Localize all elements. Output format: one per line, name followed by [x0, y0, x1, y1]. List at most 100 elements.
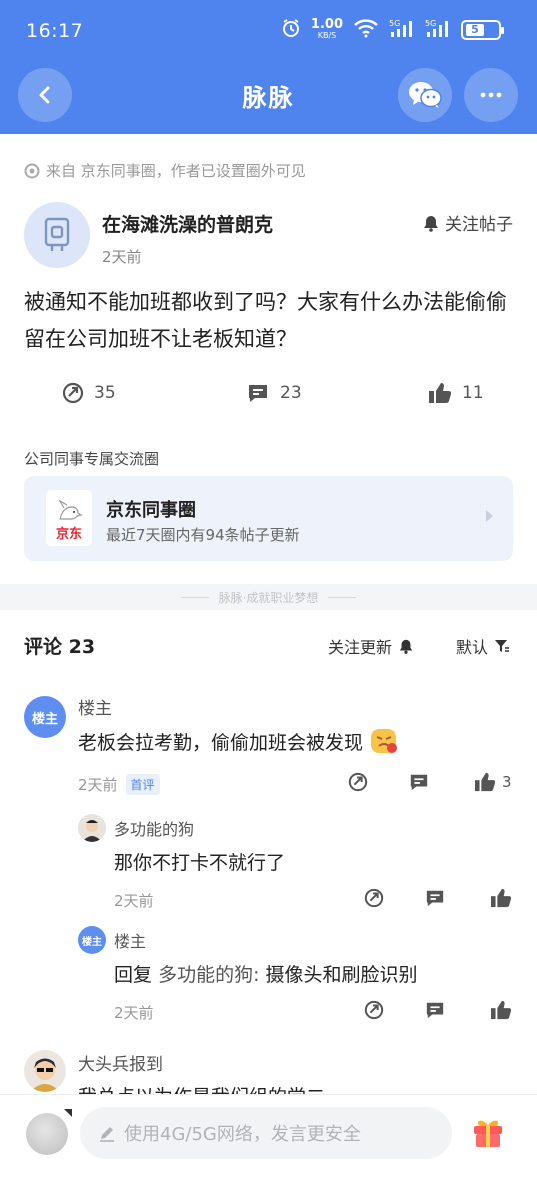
svg-text:5G: 5G: [389, 19, 400, 28]
like-count: 11: [462, 383, 484, 403]
my-avatar[interactable]: [26, 1109, 72, 1155]
jd-dog-icon: [58, 499, 83, 520]
gift-button[interactable]: [470, 1113, 506, 1153]
comment-icon: [249, 385, 267, 402]
reply-comment-button[interactable]: [424, 1000, 446, 1020]
reply-share-button[interactable]: [364, 888, 384, 908]
speed-unit: KB/S: [317, 30, 337, 40]
comment-input-placeholder: 使用4G/5G网络，发言更安全: [124, 1124, 361, 1145]
share-icon: [348, 772, 368, 792]
status-time: 16:17: [26, 20, 84, 42]
reply-author[interactable]: 楼主: [114, 928, 146, 952]
divider-slogan: 脉脉·成就职业梦想: [218, 590, 319, 605]
follow-update-button[interactable]: 关注更新: [328, 634, 414, 658]
wechat-share-button[interactable]: [398, 68, 452, 122]
reply-share-button[interactable]: [364, 1000, 384, 1020]
comment-input[interactable]: 使用4G/5G网络，发言更安全: [80, 1107, 452, 1159]
reply-to-user[interactable]: 多功能的狗:: [158, 964, 259, 986]
comment-text-content: 老板会拉考勤，偷偷加班会被发现: [78, 731, 364, 754]
comment-like-count: 3: [502, 773, 512, 791]
more-button[interactable]: [464, 68, 518, 122]
comment-icon: [410, 774, 428, 791]
status-icons: 1.00 KB/S 5G 5G 5: [281, 16, 504, 41]
circle-section-label: 公司同事专属交流圈: [24, 450, 160, 468]
pencil-icon: [100, 1127, 114, 1142]
person-avatar-icon: [82, 820, 102, 842]
reply-comment-button[interactable]: [424, 888, 446, 908]
annoyed-emoji-icon: [371, 729, 398, 753]
post-source: 来自 京东同事圈，作者已设置圈外可见: [24, 160, 306, 181]
comment-author[interactable]: 大头兵报到: [78, 1050, 163, 1075]
wifi-icon: [353, 18, 379, 41]
comment-reply-button[interactable]: [408, 772, 430, 792]
anonymous-avatar-icon: [44, 217, 70, 251]
comment-avatar[interactable]: [24, 1050, 66, 1092]
comment-share-button[interactable]: [348, 772, 368, 792]
gift-icon: [474, 1120, 502, 1147]
filter-icon: [495, 640, 510, 652]
jd-logo: 京东: [46, 490, 92, 546]
reply-prefix: 回复: [114, 964, 153, 986]
reply-like-button[interactable]: [490, 888, 512, 908]
comment-count: 23: [280, 383, 302, 403]
home-indicator-area: [0, 1177, 537, 1200]
author-avatar[interactable]: [24, 202, 90, 268]
comment-action[interactable]: 23: [246, 382, 302, 404]
signal-5g-icon-2: 5G: [425, 18, 451, 41]
follow-post-button[interactable]: 关注帖子: [422, 210, 513, 235]
comment-text: 老板会拉考勤，偷偷加班会被发现: [78, 726, 399, 756]
battery-level: 5: [466, 23, 484, 36]
like-action[interactable]: 11: [428, 382, 484, 404]
speed-value: 1.00: [310, 16, 343, 32]
reply-time: 2天前: [114, 1004, 154, 1022]
comment-like-button[interactable]: 3: [474, 772, 512, 792]
network-speed: 1.00 KB/S: [310, 16, 343, 41]
thumbs-up-icon: [475, 772, 496, 792]
thumbs-up-icon: [491, 1000, 512, 1020]
op-badge-avatar[interactable]: 楼主: [24, 696, 66, 738]
reply-text: 回复 多功能的狗: 摄像头和刷脸识别: [114, 960, 418, 987]
reply-like-button[interactable]: [490, 1000, 512, 1020]
thumbs-up-icon: [491, 888, 512, 908]
more-dots-icon: [480, 92, 502, 98]
reply-author[interactable]: 多功能的狗: [114, 816, 194, 840]
author-name[interactable]: 在海滩洗澡的普朗克: [102, 210, 273, 237]
post-actions: 35 23 11: [0, 382, 537, 422]
circle-subtitle: 最近7天圈内有94条帖子更新: [106, 526, 300, 544]
comments-title: 评论 23: [24, 636, 96, 658]
alarm-icon: [281, 18, 301, 41]
chevron-right-icon: [486, 510, 493, 522]
comment-time: 2天前: [78, 776, 118, 794]
divider-line: [328, 596, 357, 598]
share-action[interactable]: 35: [62, 382, 116, 404]
sort-label: 默认: [456, 638, 489, 657]
share-count: 35: [94, 383, 116, 403]
circle-card[interactable]: 京东 京东同事圈 最近7天圈内有94条帖子更新: [24, 476, 513, 561]
bell-icon: [424, 215, 438, 232]
bell-icon: [399, 639, 413, 654]
comment-icon: [426, 890, 444, 907]
divider-band: 脉脉·成就职业梦想: [0, 584, 537, 610]
comments-header: 评论 23 关注更新 默认: [0, 610, 537, 676]
sort-button[interactable]: 默认: [456, 634, 510, 658]
comment-meta: 2天前 首评: [78, 774, 160, 795]
comment-icon: [426, 1002, 444, 1019]
status-bar: 16:17 1.00 KB/S 5G 5G 5: [0, 0, 537, 64]
post-time: 2天前: [102, 248, 142, 266]
follow-update-label: 关注更新: [328, 638, 393, 657]
divider-line: [180, 596, 209, 598]
nav-bar: 脉脉: [0, 64, 537, 126]
follow-post-label: 关注帖子: [445, 215, 513, 235]
share-icon: [364, 888, 384, 908]
op-badge-avatar[interactable]: 楼主: [78, 926, 106, 954]
share-icon: [62, 382, 84, 404]
target-icon: [24, 163, 40, 178]
signal-5g-icon-1: 5G: [389, 18, 415, 41]
comment-author[interactable]: 楼主: [78, 694, 112, 719]
reply-time: 2天前: [114, 892, 154, 910]
share-icon: [364, 1000, 384, 1020]
reply-avatar[interactable]: [78, 814, 106, 842]
post-body: 被通知不能加班都收到了吗？大家有什么办法能偷偷留在公司加班不让老板知道？: [24, 290, 507, 351]
circle-name: 京东同事圈: [106, 500, 196, 521]
page-title: 脉脉: [242, 84, 295, 112]
